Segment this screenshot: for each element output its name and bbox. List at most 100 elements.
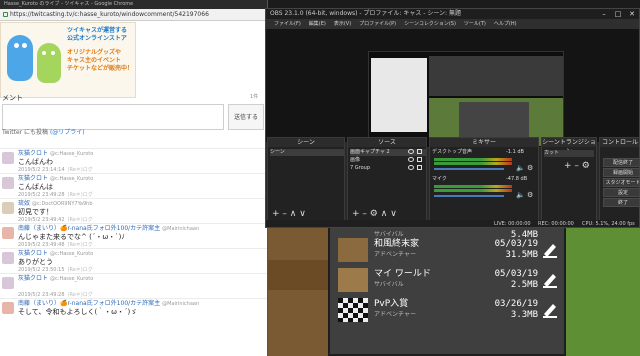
world-name: PvP入賞 xyxy=(374,299,409,309)
world-row[interactable]: 和風終末家 アドベンチャー 05/03/19 31.5MB xyxy=(338,236,560,264)
comment-heading: メント xyxy=(2,94,23,102)
gear-icon[interactable]: ⚙ xyxy=(582,161,590,171)
menu-file[interactable]: ファイル(F) xyxy=(274,19,301,29)
transition-select[interactable]: カット xyxy=(544,150,594,157)
gear-icon[interactable]: ⚙ xyxy=(527,191,533,199)
speaker-icon[interactable]: 🔈 xyxy=(516,191,525,199)
avatar[interactable] xyxy=(2,177,14,189)
edit-pencil-icon[interactable] xyxy=(542,240,558,258)
menu-help[interactable]: ヘルプ(H) xyxy=(494,19,517,29)
store-banner[interactable]: ツイキャスが運営する 公式オンラインストア オリジナルグッズや キャス主のイベン… xyxy=(0,22,136,98)
avatar[interactable] xyxy=(2,277,14,289)
remove-icon[interactable]: – xyxy=(362,209,367,219)
obs-window: OBS 23.1.0 (64-bit, windows) - プロファイル: キ… xyxy=(265,8,640,228)
add-icon[interactable]: + xyxy=(564,161,572,171)
address-url[interactable]: https://twitcasting.tv/c:hasse_kuroto/wi… xyxy=(10,10,230,20)
avatar[interactable] xyxy=(2,202,14,214)
sources-dock: ソース 画面キャプチャ 2 画像 7 Group + – ⚙ ∧ ∨ xyxy=(347,137,427,221)
mascot-eye-icon xyxy=(14,43,19,48)
world-thumbnail xyxy=(338,268,368,292)
world-date: 03/26/19 xyxy=(494,299,538,309)
comment-author[interactable]: 灰猫クロト xyxy=(18,275,48,282)
world-list[interactable]: サバイバル 5.4MB 和風終末家 アドベンチャー 05/03/19 31.5M… xyxy=(328,224,566,356)
world-row[interactable]: PvP入賞 アドベンチャー 03/26/19 3.3MB xyxy=(338,296,560,324)
settings-button[interactable]: 設定 xyxy=(603,188,639,197)
grass-block xyxy=(566,220,640,356)
add-icon[interactable]: + xyxy=(272,209,280,219)
comment-author[interactable]: 灰猫クロト xyxy=(18,250,48,257)
audio-meter xyxy=(434,162,512,165)
wood-block xyxy=(268,260,328,290)
menu-scene-collection[interactable]: シーンコレクション(S) xyxy=(404,19,456,29)
mixer-channel-db: -1.1 dB xyxy=(506,149,524,155)
menu-edit[interactable]: 編集(E) xyxy=(309,19,326,29)
comment-author[interactable]: 南藤（まいり）🍊r-nana氏フォロ外100/カテ許案主 xyxy=(18,300,160,307)
eye-icon[interactable] xyxy=(408,165,414,170)
reply-link[interactable]: (@リプライ) xyxy=(50,129,85,136)
comment-author[interactable]: 南藤（まいり）🍊r-nana氏フォロ外100/カテ許案主 xyxy=(18,225,160,232)
gear-icon[interactable]: ⚙ xyxy=(370,209,378,219)
twitter-option[interactable]: Twitter にも投稿 (@リプライ) xyxy=(2,128,85,137)
world-size: 2.5MB xyxy=(510,280,538,290)
avatar[interactable] xyxy=(2,227,14,239)
lock-icon[interactable] xyxy=(417,149,422,154)
chevron-down-icon[interactable]: ∨ xyxy=(299,209,306,219)
chevron-up-icon[interactable]: ∧ xyxy=(290,209,297,219)
chevron-up-icon[interactable]: ∧ xyxy=(381,209,388,219)
exit-button[interactable]: 終了 xyxy=(603,198,639,207)
source-item[interactable]: 画像 xyxy=(350,157,360,164)
comment-user-id: @c:Hasse_Kuroto xyxy=(50,176,94,182)
close-icon[interactable]: ✕ xyxy=(625,9,639,19)
submit-button[interactable]: 送信する xyxy=(228,104,264,130)
add-icon[interactable]: + xyxy=(352,209,360,219)
stop-streaming-button[interactable]: 配信終了 xyxy=(603,158,639,167)
eye-icon[interactable] xyxy=(408,149,414,154)
comment-author[interactable]: 灰猫クロト xyxy=(18,150,48,157)
remove-icon[interactable]: – xyxy=(574,161,579,171)
speaker-icon[interactable]: 🔈 xyxy=(516,164,525,172)
banner-line: キャス主のイベント xyxy=(67,57,122,64)
source-item[interactable]: 7 Group xyxy=(350,165,370,172)
transitions-dock: シーントランジション カット + – ⚙ xyxy=(541,137,597,221)
start-recording-button[interactable]: 録画開始 xyxy=(603,168,639,177)
browser-window: Hasse_Kuroto のライブ - ツイキャス - Google Chrom… xyxy=(0,0,268,356)
comment-item: 灰猫クロト @c:Hasse_Kuroto こんばんわ 2019/5/2 23:1… xyxy=(0,148,267,173)
world-thumbnail xyxy=(338,298,368,322)
mixer-channel-label: デスクトップ音声 xyxy=(432,149,473,155)
world-row[interactable]: マイ ワールド サバイバル 05/03/19 2.5MB xyxy=(338,266,560,294)
obs-titlebar: OBS 23.1.0 (64-bit, windows) - プロファイル: キ… xyxy=(266,9,639,19)
sources-title: ソース xyxy=(348,138,426,147)
studio-mode-button[interactable]: スタジオモード xyxy=(603,178,639,187)
avatar[interactable] xyxy=(2,152,14,164)
comment-input[interactable] xyxy=(2,104,224,130)
comment-author[interactable]: 琉奴 xyxy=(18,200,30,207)
mixer-channel-db: -47.8 dB xyxy=(506,176,528,182)
gear-icon[interactable]: ⚙ xyxy=(527,164,533,172)
comment-user-id: @Mairinichaan xyxy=(162,301,200,307)
mascot-green-icon xyxy=(37,43,61,83)
avatar[interactable] xyxy=(2,252,14,264)
volume-slider[interactable] xyxy=(434,168,504,170)
comment-author[interactable]: 灰猫クロト xyxy=(18,175,48,182)
menu-view[interactable]: 表示(V) xyxy=(334,19,351,29)
twitter-label: Twitter にも投稿 xyxy=(2,129,49,136)
lock-icon[interactable] xyxy=(417,165,422,170)
world-date: 05/03/19 xyxy=(494,239,538,249)
chevron-down-icon[interactable]: ∨ xyxy=(390,209,397,219)
eye-icon[interactable] xyxy=(408,157,414,162)
browser-titlebar: Hasse_Kuroto のライブ - ツイキャス - Google Chrom… xyxy=(0,0,267,9)
menu-profile[interactable]: プロファイル(P) xyxy=(359,19,396,29)
minimize-icon[interactable]: – xyxy=(597,9,611,19)
avatar[interactable] xyxy=(2,302,14,314)
scene-item[interactable]: シーン xyxy=(270,149,344,156)
maximize-icon[interactable]: □ xyxy=(611,9,625,19)
menu-tools[interactable]: ツール(T) xyxy=(464,19,486,29)
mixer-title: ミキサー xyxy=(430,138,538,147)
preview-canvas[interactable] xyxy=(266,29,639,148)
edit-pencil-icon[interactable] xyxy=(542,300,558,318)
source-item[interactable]: 画面キャプチャ 2 xyxy=(350,149,426,156)
volume-slider[interactable] xyxy=(434,195,504,197)
remove-icon[interactable]: – xyxy=(282,209,287,219)
edit-pencil-icon[interactable] xyxy=(542,270,558,288)
lock-icon[interactable] xyxy=(417,157,422,162)
